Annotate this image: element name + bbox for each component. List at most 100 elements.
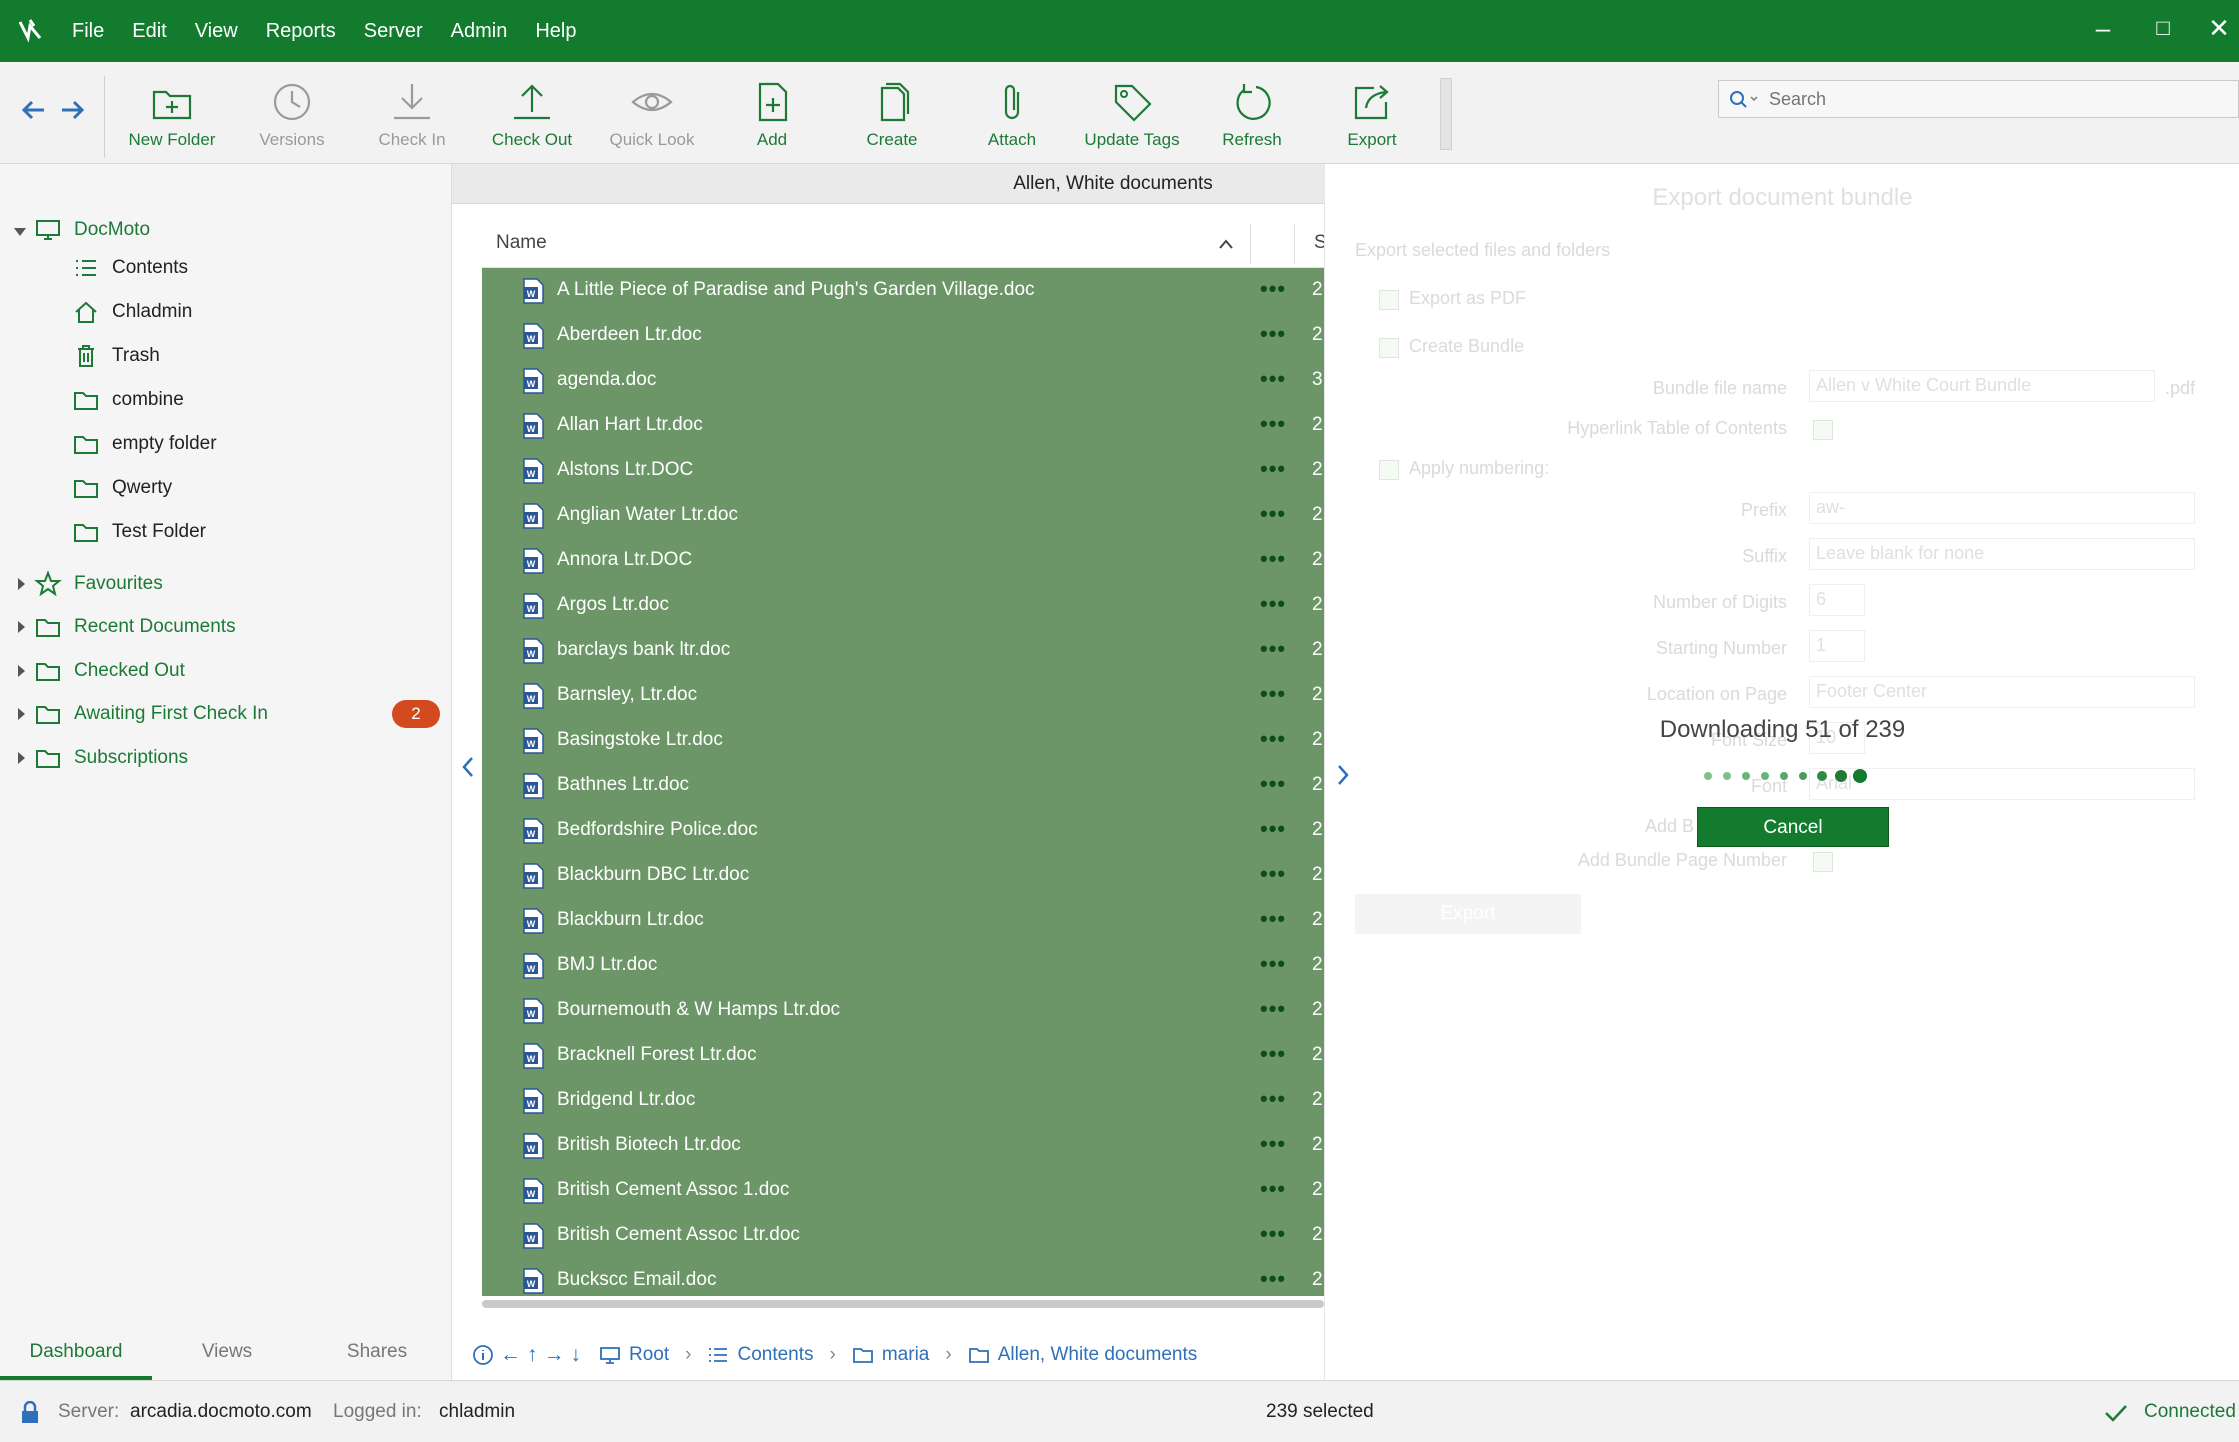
apply-numbering-checkbox[interactable] [1379,460,1399,480]
row-actions-icon[interactable]: ••• [1260,1176,1286,1202]
search-box[interactable] [1718,80,2239,118]
tree-item-combine[interactable]: combine [72,380,184,420]
tab-dashboard[interactable]: Dashboard [0,1324,152,1380]
row-actions-icon[interactable]: ••• [1260,1086,1286,1112]
path-root[interactable]: Root [599,1344,669,1366]
info-icon[interactable] [472,1344,494,1366]
add-bundle-page-number-checkbox[interactable] [1813,852,1833,872]
row-actions-icon[interactable]: ••• [1260,996,1286,1022]
expand-triangle-icon[interactable] [14,228,26,236]
row-actions-icon[interactable]: ••• [1260,681,1286,707]
refresh-button[interactable]: Refresh [1192,80,1312,160]
export-button[interactable]: Export [1312,80,1432,160]
table-row[interactable]: W BMJ Ltr.doc ••• 2 [482,943,1324,988]
table-row[interactable]: W Anglian Water Ltr.doc ••• 2 [482,493,1324,538]
table-row[interactable]: W British Cement Assoc Ltr.doc ••• 2 [482,1213,1324,1258]
expand-triangle-icon[interactable] [18,752,25,764]
expand-triangle-icon[interactable] [18,708,25,720]
row-actions-icon[interactable]: ••• [1260,456,1286,482]
suffix-input[interactable]: Leave blank for none [1809,538,2195,570]
horizontal-scrollbar[interactable] [482,1300,1324,1308]
row-actions-icon[interactable]: ••• [1260,546,1286,572]
table-row[interactable]: W Annora Ltr.DOC ••• 2 [482,538,1324,583]
table-row[interactable]: W Barnsley, Ltr.doc ••• 2 [482,673,1324,718]
bundle-file-name-input[interactable]: Allen v White Court Bundle [1809,370,2155,402]
path-allen-white[interactable]: Allen, White documents [968,1344,1197,1366]
tree-item-chladmin[interactable]: Chladmin [72,292,192,332]
path-forward-arrow-icon[interactable]: → [544,1343,565,1367]
table-row[interactable]: W Blackburn DBC Ltr.doc ••• 2 [482,853,1324,898]
cancel-download-button[interactable]: Cancel [1697,807,1889,847]
table-row[interactable]: W Alstons Ltr.DOC ••• 2 [482,448,1324,493]
expand-triangle-icon[interactable] [18,665,25,677]
row-actions-icon[interactable]: ••• [1260,951,1286,977]
quick-look-button[interactable]: Quick Look [592,80,712,160]
menu-help[interactable]: Help [535,20,576,43]
close-button[interactable]: ✕ [2199,8,2239,48]
menu-server[interactable]: Server [364,20,423,43]
row-actions-icon[interactable]: ••• [1260,906,1286,932]
row-actions-icon[interactable]: ••• [1260,411,1286,437]
column-divider[interactable] [1250,224,1251,264]
check-in-button[interactable]: Check In [352,80,472,160]
location-on-page-select[interactable]: Footer Center [1809,676,2195,708]
table-row[interactable]: W Aberdeen Ltr.doc ••• 2 [482,313,1324,358]
row-actions-icon[interactable]: ••• [1260,1221,1286,1247]
create-bundle-checkbox[interactable] [1379,338,1399,358]
tree-item-test-folder[interactable]: Test Folder [72,512,206,552]
prefix-input[interactable]: aw- [1809,492,2195,524]
menu-view[interactable]: View [195,20,238,43]
attach-button[interactable]: Attach [952,80,1072,160]
column-divider[interactable] [1294,224,1295,264]
tree-group-awaiting-first-check-in[interactable]: Awaiting First Check In [34,694,268,734]
row-actions-icon[interactable]: ••• [1260,816,1286,842]
minimize-button[interactable]: – [2083,8,2123,48]
row-actions-icon[interactable]: ••• [1260,636,1286,662]
table-row[interactable]: W British Biotech Ltr.doc ••• 2 [482,1123,1324,1168]
table-row[interactable]: W Bathnes Ltr.doc ••• 2 [482,763,1324,808]
expand-triangle-icon[interactable] [18,578,25,590]
column-name-header[interactable]: Name [496,232,547,254]
forward-arrow-icon[interactable] [52,90,92,130]
export-submit-button[interactable]: Export [1355,894,1581,934]
path-down-arrow-icon[interactable]: ↓ [571,1343,582,1367]
update-tags-button[interactable]: Update Tags [1072,80,1192,160]
menu-admin[interactable]: Admin [451,20,508,43]
tree-group-recent-documents[interactable]: Recent Documents [34,607,236,647]
table-row[interactable]: W British Cement Assoc 1.doc ••• 2 [482,1168,1324,1213]
row-actions-icon[interactable]: ••• [1260,1131,1286,1157]
row-actions-icon[interactable]: ••• [1260,1266,1286,1292]
maximize-button[interactable]: □ [2143,8,2183,48]
tree-item-empty-folder[interactable]: empty folder [72,424,217,464]
starting-number-input[interactable]: 1 [1809,630,1865,662]
tree-item-trash[interactable]: Trash [72,336,160,376]
hyperlink-toc-checkbox[interactable] [1813,420,1833,440]
search-input[interactable] [1769,85,2229,113]
table-row[interactable]: Wbarclays bank ltr.doc ••• 2 [482,628,1324,673]
menu-file[interactable]: File [72,20,104,43]
table-row[interactable]: W Basingstoke Ltr.doc ••• 2 [482,718,1324,763]
expand-triangle-icon[interactable] [18,621,25,633]
row-actions-icon[interactable]: ••• [1260,861,1286,887]
row-actions-icon[interactable]: ••• [1260,591,1286,617]
row-actions-icon[interactable]: ••• [1260,771,1286,797]
tree-group-favourites[interactable]: Favourites [34,564,163,604]
table-row[interactable]: W Bournemouth & W Hamps Ltr.doc ••• 2 [482,988,1324,1033]
collapse-sidebar-icon[interactable] [458,752,478,782]
versions-button[interactable]: Versions [232,80,352,160]
path-up-arrow-icon[interactable]: ↑ [527,1343,538,1367]
check-out-button[interactable]: Check Out [472,80,592,160]
row-actions-icon[interactable]: ••• [1260,366,1286,392]
tree-group-checked-out[interactable]: Checked Out [34,651,185,691]
tree-item-contents[interactable]: Contents [72,248,188,288]
tree-group-subscriptions[interactable]: Subscriptions [34,738,188,778]
toolbar-overflow-handle[interactable] [1440,78,1452,150]
table-row[interactable]: W Bracknell Forest Ltr.doc ••• 2 [482,1033,1324,1078]
row-actions-icon[interactable]: ••• [1260,501,1286,527]
row-actions-icon[interactable]: ••• [1260,1041,1286,1067]
row-actions-icon[interactable]: ••• [1260,276,1286,302]
table-row[interactable]: W Allan Hart Ltr.doc ••• 2 [482,403,1324,448]
table-row[interactable]: W Bedfordshire Police.doc ••• 2 [482,808,1324,853]
table-row[interactable]: W Argos Ltr.doc ••• 2 [482,583,1324,628]
table-row[interactable]: W A Little Piece of Paradise and Pugh's G… [482,268,1324,313]
